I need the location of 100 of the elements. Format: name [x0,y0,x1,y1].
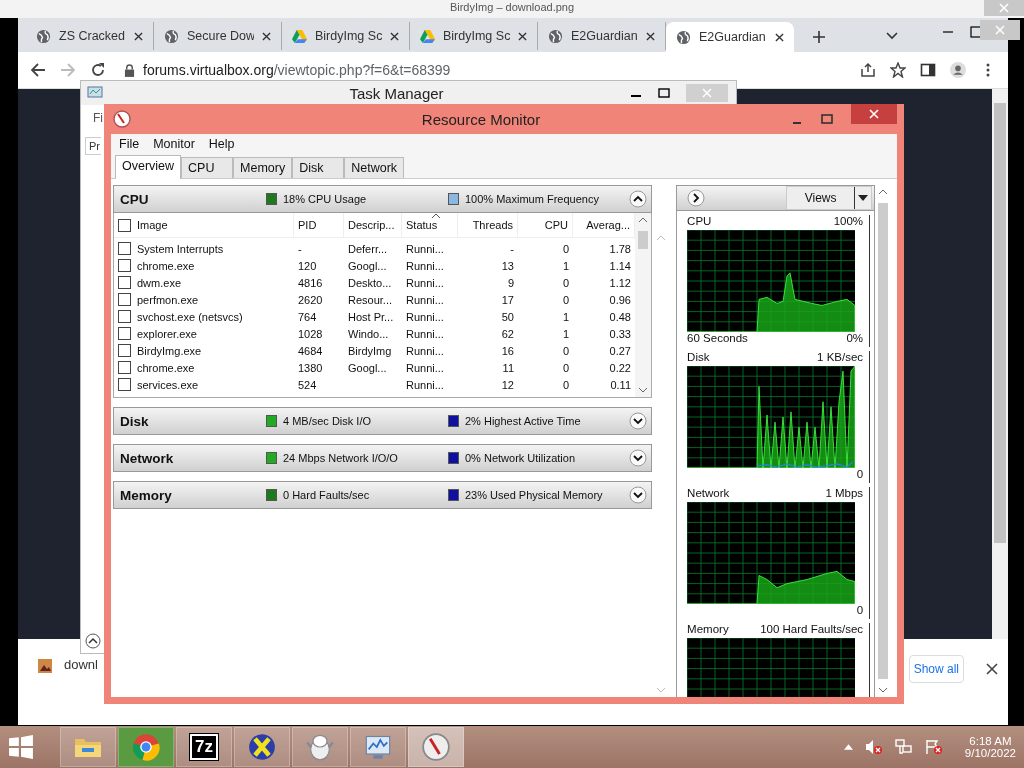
browser-tab[interactable]: BirdyImg Sc [282,22,410,50]
table-cell-text: 4816 [297,276,324,289]
table-cell: chrome.exe [137,259,195,272]
section-header[interactable]: Disk 4 MB/sec Disk I/O 2% Highest Active Time [113,407,653,435]
close-icon[interactable] [134,31,143,41]
section-header[interactable]: CPU 18% CPU Usage 100% Maximum Frequency [113,185,653,213]
close-icon[interactable] [262,31,271,41]
column-header[interactable]: Threads [458,213,518,237]
menu-item[interactable]: File [119,137,140,151]
browser-tab[interactable]: E2Guardian [666,22,794,52]
menu-item[interactable]: Help [208,137,235,151]
checkbox[interactable] [118,327,131,340]
checkbox[interactable] [118,361,131,374]
caret-up-icon[interactable] [843,744,853,750]
stat-label: 18% CPU Usage [283,193,367,205]
table-cell-text: Runni... [405,242,445,255]
column-header[interactable]: Image [114,213,294,237]
close-icon [869,109,879,119]
close-icon[interactable] [775,32,784,42]
views-dropdown[interactable]: Views [786,186,873,210]
taskbar-button[interactable]: 7z [176,727,232,767]
menu-item[interactable]: Monitor [153,137,195,151]
checkbox[interactable] [118,276,131,289]
maximize-icon[interactable] [658,87,670,99]
clock[interactable]: 6:18 AM 9/10/2022 [964,735,1016,759]
table-cell: perfmon.exe [137,293,199,306]
table-cell-text: 0 [561,293,570,306]
back-icon[interactable] [30,62,46,78]
speaker-muted-icon[interactable] [864,739,883,755]
tab[interactable]: Disk [292,157,345,178]
share-icon[interactable] [860,62,876,78]
taskbar-button[interactable] [350,727,406,767]
address-field[interactable]: forums.virtualbox.org/viewtopic.php?f=6&t=68399 [120,56,846,84]
close-icon[interactable] [646,31,655,41]
sort-caret-icon [432,213,440,218]
collapse-icon[interactable] [85,633,101,649]
table-cell-text: Deskto... [347,276,393,289]
table-cell: System Interrupts [137,242,224,255]
show-all-button[interactable]: Show all [908,655,964,683]
column-header[interactable]: Descrip... [344,213,402,237]
chevron-down-icon[interactable] [629,412,648,430]
scroll-down-icon[interactable] [878,687,889,693]
browser-tab[interactable]: ZS Cracked [26,22,154,50]
taskbar-button[interactable] [234,727,290,767]
table-cell-text: 1028 [297,327,324,340]
taskbar-button[interactable] [292,727,348,767]
table-cell: chrome.exe [137,361,195,374]
table-cell-text: 764 [297,310,318,323]
network-icon[interactable] [894,739,913,755]
tab[interactable]: CPU [181,157,234,178]
chevron-down-icon[interactable] [629,449,648,467]
star-icon[interactable] [890,62,906,78]
menu-item[interactable]: Fi [93,111,103,125]
column-header[interactable]: PID [294,213,344,237]
table-cell-text: Host Pr... [347,310,395,323]
chrome-icon [132,733,160,761]
checkbox[interactable] [118,242,131,255]
table-cell-text: Runni... [405,259,445,272]
scroll-thumb[interactable] [638,231,649,249]
column-header[interactable]: Status [402,213,458,237]
tab[interactable]: Pr [85,137,101,155]
scroll-down-icon[interactable] [638,387,649,393]
close-icon[interactable] [986,663,998,675]
scroll-up-icon[interactable] [638,217,649,223]
tab[interactable]: Memory [233,157,293,178]
scroll-up-icon[interactable] [878,189,889,195]
x-mark-icon [248,733,276,761]
flag-icon[interactable] [924,739,943,755]
tab[interactable]: Overview [115,155,182,179]
table-cell-text: BirdyImg [347,344,393,357]
windows-logo-icon[interactable] [8,734,34,760]
globe-icon [676,29,691,45]
chevron-right-icon[interactable] [687,189,706,207]
side-panel-icon[interactable] [920,62,936,78]
profile-icon[interactable] [950,62,966,78]
close-icon[interactable] [518,31,527,41]
column-header[interactable]: CPU [518,213,573,237]
taskbar-button[interactable] [408,727,464,767]
reload-icon[interactable] [90,62,106,78]
chevron-up-icon[interactable] [629,190,648,208]
close-icon[interactable] [390,31,399,41]
section-header[interactable]: Network 24 Mbps Network I/O/O 0% Network Utilization [113,444,653,472]
section-header[interactable]: Memory 0 Hard Faults/sec 23% Used Physical Memory [113,481,653,509]
checkbox[interactable] [118,378,131,391]
checkbox[interactable] [118,293,131,306]
tab[interactable]: Network [344,157,405,178]
checkbox[interactable] [118,218,131,232]
new-tab-icon[interactable] [812,30,826,44]
checkbox[interactable] [118,259,131,272]
close-button[interactable] [851,104,897,124]
browser-tab[interactable]: BirdyImg Sc [410,22,538,50]
table-cell-text: Runni... [405,310,445,323]
checkbox[interactable] [118,310,131,323]
close-icon [999,3,1009,13]
globe-icon [164,28,179,44]
chevron-down-icon[interactable] [886,32,898,40]
download-filename[interactable]: downl [64,655,98,675]
chevron-down-icon[interactable] [629,486,648,504]
table-cell-text: 1380 [297,361,324,374]
checkbox[interactable] [118,344,131,357]
